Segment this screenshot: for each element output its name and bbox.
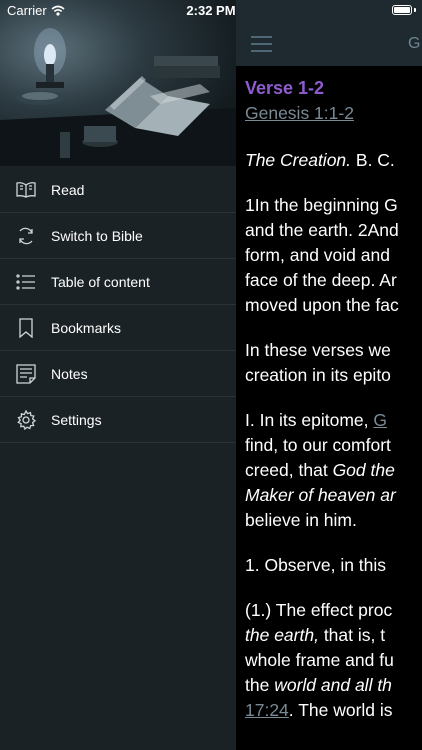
paragraph-line: In these verses we <box>245 340 391 360</box>
sidebar: Read Switch to Bible Table of content Bo… <box>0 0 236 750</box>
sidebar-item-bookmarks[interactable]: Bookmarks <box>0 305 236 351</box>
intro-line: The Creation. B. C. <box>245 150 395 170</box>
book-open-icon <box>15 179 37 201</box>
header-image <box>0 0 236 166</box>
paragraph-line: and the earth. 2And <box>245 220 399 240</box>
verse-title: Verse 1-2 <box>245 78 325 98</box>
navbar-title: G <box>408 35 421 52</box>
paragraph-line: (1.) The effect proc <box>245 600 393 620</box>
sidebar-item-label: Read <box>51 181 85 198</box>
status-bar: Carrier 2:32 PM <box>0 0 422 22</box>
scripture-link[interactable]: 17:24 <box>245 700 289 720</box>
paragraph-line: moved upon the fac <box>245 295 399 315</box>
sidebar-item-settings[interactable]: Settings <box>0 397 236 443</box>
sidebar-item-read[interactable]: Read <box>0 167 236 213</box>
bookmark-icon <box>15 317 37 339</box>
paragraph-line: the world and all th <box>245 675 392 695</box>
chapter-content: Verse 1-2 Genesis 1:1-2 The Creation. B.… <box>245 75 422 723</box>
paragraph-line: face of the deep. Ar <box>245 270 397 290</box>
status-time: 2:32 PM <box>186 3 236 18</box>
scripture-link[interactable]: G <box>373 410 387 430</box>
sidebar-item-label: Settings <box>51 411 102 428</box>
reader-panel: G Verse 1-2 Genesis 1:1-2 The Creation. … <box>236 0 422 750</box>
paragraph-line: 17:24. The world is <box>245 700 393 720</box>
paragraph-line: believe in him. <box>245 510 357 530</box>
sidebar-item-notes[interactable]: Notes <box>0 351 236 397</box>
paragraph-line: form, and void and <box>245 245 390 265</box>
sidebar-item-table-of-content[interactable]: Table of content <box>0 259 236 305</box>
paragraph-line: find, to our comfort <box>245 435 391 455</box>
hamburger-menu-icon[interactable] <box>251 36 272 57</box>
paragraph-line: creed, that God the <box>245 460 395 480</box>
battery-icon <box>392 5 416 16</box>
sidebar-item-label: Bookmarks <box>51 319 122 336</box>
refresh-icon <box>15 225 37 247</box>
paragraph-line: creation in its epito <box>245 365 391 385</box>
sidebar-item-switch-to-bible[interactable]: Switch to Bible <box>0 213 236 259</box>
sidebar-item-label: Switch to Bible <box>51 227 143 244</box>
paragraph-line: 1In the beginning G <box>245 195 398 215</box>
notes-icon <box>15 363 37 385</box>
paragraph-line: Maker of heaven ar <box>245 485 396 505</box>
paragraph-line: 1. Observe, in this <box>245 555 387 575</box>
sidebar-item-label: Notes <box>51 365 88 382</box>
list-icon <box>15 271 37 293</box>
paragraph-line: the earth, that is, t <box>245 625 386 645</box>
paragraph-line: whole frame and fu <box>245 650 394 670</box>
sidebar-item-label: Table of content <box>51 273 150 290</box>
verse-reference-link[interactable]: Genesis 1:1-2 <box>245 103 354 123</box>
paragraph-line: I. In its epitome, G <box>245 410 388 430</box>
sidebar-menu: Read Switch to Bible Table of content Bo… <box>0 167 236 443</box>
gear-icon <box>15 409 37 431</box>
